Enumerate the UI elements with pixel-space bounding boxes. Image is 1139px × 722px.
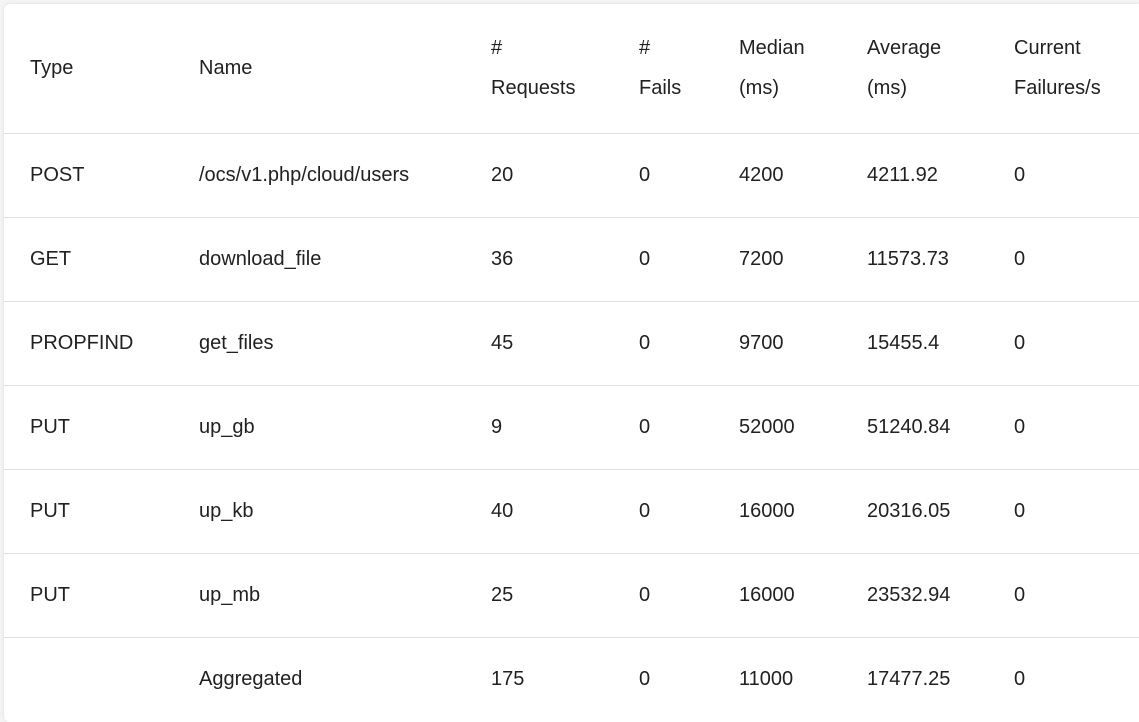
- column-header-current-failures[interactable]: Current Failures/s: [988, 4, 1139, 134]
- table-body: POST/ocs/v1.php/cloud/users 20 0 4200 4211.9…: [4, 133, 1139, 721]
- aggregated-row: Aggregated 175 0 11000 17477.25 0: [4, 637, 1139, 721]
- cell-average: 23532.94: [841, 553, 988, 638]
- table-header: Type Name # Requests # Fails Median (ms) Average…: [4, 4, 1139, 134]
- cell-average: 51240.84: [841, 385, 988, 470]
- table-row: PUT up_kb 40 0 16000 20316.05 0: [4, 469, 1139, 554]
- cell-average: 17477.25: [867, 667, 951, 690]
- cell-requests: 36: [465, 217, 613, 302]
- cell-current-failures: 0: [988, 385, 1139, 470]
- cell-requests: 45: [465, 301, 613, 386]
- cell-requests: 20: [465, 133, 613, 218]
- column-header-type[interactable]: Type: [4, 4, 173, 134]
- column-header-label: #: [639, 37, 651, 60]
- cell-current-failures: 0: [988, 553, 1139, 638]
- request-statistics-table: Type Name # Requests # Fails Median (ms) Average…: [4, 4, 1139, 721]
- cell-median: 4200: [713, 133, 841, 218]
- cell-type: PUT: [4, 385, 173, 470]
- table-row: PROPFIND get_files 45 0 9700 15455.4 0: [4, 301, 1139, 386]
- table-row: POST/ocs/v1.php/cloud/users 20 0 4200 4211.9…: [4, 133, 1139, 218]
- cell-requests: 40: [465, 469, 613, 554]
- cell-name: up_kb: [173, 469, 465, 554]
- statistics-card: Type Name # Requests # Fails Median (ms) Average…: [4, 4, 1139, 722]
- cell-average: 4211.92: [841, 133, 988, 218]
- cell-fails: 0: [613, 469, 713, 554]
- cell-current-failures: 0: [1014, 667, 1026, 690]
- cell-fails: 0: [613, 217, 713, 302]
- cell-average: 15455.4: [841, 301, 988, 386]
- header-row: Type Name # Requests # Fails Median (ms) Average…: [4, 4, 1139, 134]
- cell-name: up_mb: [173, 553, 465, 638]
- column-header-label: Current: [1014, 37, 1081, 60]
- cell-fails: 0: [613, 385, 713, 470]
- cell-fails: 0: [613, 301, 713, 386]
- cell-requests: 175: [491, 667, 525, 690]
- cell-median: 52000: [713, 385, 841, 470]
- cell-median: 16000: [713, 469, 841, 554]
- table-row: GET download_file 36 0 7200 11573.73 0: [4, 217, 1139, 302]
- column-header-name[interactable]: Name: [173, 4, 465, 134]
- cell-type: PROPFIND: [4, 301, 173, 386]
- column-header-label: Average: [867, 37, 942, 60]
- cell-name: up_gb: [173, 385, 465, 470]
- column-header-label: Type: [30, 57, 74, 80]
- cell-name: download_file: [173, 217, 465, 302]
- column-header-average[interactable]: Average (ms): [841, 4, 988, 134]
- cell-current-failures: 0: [988, 133, 1139, 218]
- cell-name: get_files: [173, 301, 465, 386]
- cell-median: 11000: [739, 667, 794, 690]
- cell-type: GET: [4, 217, 173, 302]
- cell-current-failures: 0: [988, 469, 1139, 554]
- column-header-label: #: [491, 37, 503, 60]
- column-header-label: (ms): [867, 77, 907, 100]
- column-header-median[interactable]: Median (ms): [713, 4, 841, 134]
- cell-type: POST: [4, 133, 173, 218]
- cell-type: PUT: [4, 469, 173, 554]
- cell-median: 7200: [713, 217, 841, 302]
- column-header-requests[interactable]: # Requests: [465, 4, 613, 134]
- cell-type: PUT: [4, 553, 173, 638]
- cell-requests: 25: [465, 553, 613, 638]
- cell-requests: 9: [465, 385, 613, 470]
- cell-fails: 0: [639, 667, 651, 690]
- table-row: PUT up_mb 25 0 16000 23532.94 0: [4, 553, 1139, 638]
- cell-average: 20316.05: [841, 469, 988, 554]
- column-header-label: Name: [199, 57, 253, 80]
- cell-fails: 0: [613, 133, 713, 218]
- column-header-label: (ms): [739, 77, 779, 100]
- column-header-label: Failures/s: [1014, 77, 1101, 100]
- cell-median: 9700: [713, 301, 841, 386]
- cell-average: 11573.73: [841, 217, 988, 302]
- cell-median: 16000: [713, 553, 841, 638]
- cell-type: [4, 637, 173, 721]
- table-row: PUT up_gb 9 0 52000 51240.84 0: [4, 385, 1139, 470]
- cell-fails: 0: [613, 553, 713, 638]
- cell-name: /ocs/v1.php/cloud/users: [173, 133, 465, 218]
- column-header-fails[interactable]: # Fails: [613, 4, 713, 134]
- column-header-label: Requests: [491, 77, 576, 100]
- cell-current-failures: 0: [988, 301, 1139, 386]
- cell-current-failures: 0: [988, 217, 1139, 302]
- cell-name: Aggregated: [199, 667, 303, 690]
- column-header-label: Fails: [639, 77, 682, 100]
- column-header-label: Median: [739, 37, 805, 60]
